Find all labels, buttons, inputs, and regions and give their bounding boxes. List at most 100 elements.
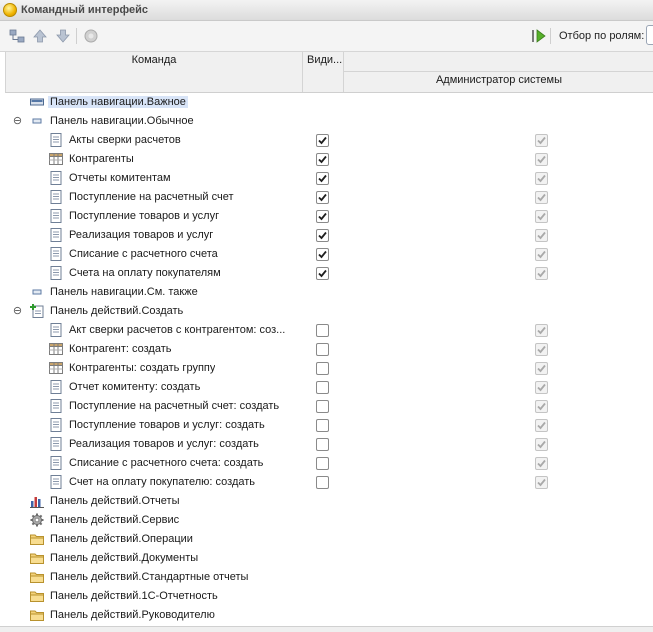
column-header-command[interactable]: Команда bbox=[6, 52, 303, 92]
tree-row[interactable]: Панель действий.Отчеты bbox=[5, 492, 653, 511]
visibility-checkbox[interactable] bbox=[316, 476, 329, 489]
visibility-checkbox[interactable] bbox=[316, 248, 329, 261]
folder-icon bbox=[30, 551, 44, 565]
role-checkbox[interactable] bbox=[535, 153, 548, 166]
arrow-down-icon[interactable] bbox=[55, 28, 71, 44]
tree-row[interactable]: Панель действий.Документы bbox=[5, 549, 653, 568]
tree-row[interactable]: Акты сверки расчетов bbox=[5, 131, 653, 150]
disabled-circle-icon[interactable] bbox=[83, 28, 99, 44]
column-header-roles[interactable]: Администратор системы bbox=[344, 52, 653, 92]
tree-structure-icon[interactable] bbox=[9, 28, 25, 44]
tree-row[interactable]: Панель действий.Руководителю bbox=[5, 606, 653, 625]
panel-normal-icon bbox=[30, 285, 44, 299]
tree-row[interactable]: Поступление товаров и услуг: создать bbox=[5, 416, 653, 435]
column-header-role-admin[interactable]: Администратор системы bbox=[344, 74, 653, 86]
tree-row-label: Счет на оплату покупателю: создать bbox=[69, 476, 256, 488]
role-checkbox[interactable] bbox=[535, 476, 548, 489]
tree-row-label: Панель навигации.Важное bbox=[48, 96, 188, 108]
visibility-checkbox[interactable] bbox=[316, 134, 329, 147]
tree-row[interactable]: Панель навигации.См. также bbox=[5, 283, 653, 302]
tree-row-label: Поступление на расчетный счет bbox=[69, 191, 234, 203]
role-checkbox[interactable] bbox=[535, 134, 548, 147]
create-plus-icon bbox=[30, 304, 44, 318]
collapse-toggle-icon[interactable]: ⊖ bbox=[13, 116, 22, 127]
role-checkbox[interactable] bbox=[535, 267, 548, 280]
role-checkbox[interactable] bbox=[535, 191, 548, 204]
tree-row[interactable]: Контрагенты bbox=[5, 150, 653, 169]
visibility-checkbox[interactable] bbox=[316, 324, 329, 337]
tree-row-label: Контрагенты: создать группу bbox=[69, 362, 216, 374]
role-checkbox[interactable] bbox=[535, 438, 548, 451]
tree-row[interactable]: Панель действий.Стандартные отчеты bbox=[5, 568, 653, 587]
role-checkbox[interactable] bbox=[535, 362, 548, 375]
tree-row[interactable]: Панель действий.Сервис bbox=[5, 511, 653, 530]
tree-row-label: Поступление товаров и услуг bbox=[69, 210, 220, 222]
role-checkbox[interactable] bbox=[535, 324, 548, 337]
tree-row[interactable]: Счет на оплату покупателю: создать bbox=[5, 473, 653, 492]
tree-row[interactable]: Поступление на расчетный счет bbox=[5, 188, 653, 207]
collapse-toggle-icon[interactable]: ⊖ bbox=[13, 306, 22, 317]
visibility-checkbox[interactable] bbox=[316, 267, 329, 280]
role-checkbox[interactable] bbox=[535, 343, 548, 356]
tree-row[interactable]: Списание с расчетного счета bbox=[5, 245, 653, 264]
horizontal-scrollbar[interactable] bbox=[0, 626, 653, 632]
column-header-visibility[interactable]: Види... bbox=[303, 52, 344, 92]
tree-row[interactable]: Списание с расчетного счета: создать bbox=[5, 454, 653, 473]
tree-row[interactable]: Реализация товаров и услуг: создать bbox=[5, 435, 653, 454]
role-checkbox[interactable] bbox=[535, 457, 548, 470]
folder-icon bbox=[30, 589, 44, 603]
tree-row[interactable]: Отчет комитенту: создать bbox=[5, 378, 653, 397]
visibility-checkbox[interactable] bbox=[316, 362, 329, 375]
tree-row[interactable]: Контрагенты: создать группу bbox=[5, 359, 653, 378]
role-checkbox[interactable] bbox=[535, 172, 548, 185]
role-checkbox[interactable] bbox=[535, 381, 548, 394]
visibility-checkbox[interactable] bbox=[316, 172, 329, 185]
document-icon bbox=[49, 380, 63, 394]
visibility-checkbox[interactable] bbox=[316, 438, 329, 451]
visibility-checkbox[interactable] bbox=[316, 419, 329, 432]
visibility-checkbox[interactable] bbox=[316, 400, 329, 413]
tree-row-label: Контрагент: создать bbox=[69, 343, 172, 355]
window-title: Командный интерфейс bbox=[21, 4, 148, 16]
role-checkbox[interactable] bbox=[535, 419, 548, 432]
tree-row[interactable]: Контрагент: создать bbox=[5, 340, 653, 359]
tree-row-label: Поступление товаров и услуг: создать bbox=[69, 419, 265, 431]
tree-row[interactable]: Реализация товаров и услуг bbox=[5, 226, 653, 245]
visibility-checkbox[interactable] bbox=[316, 210, 329, 223]
tree-row[interactable]: Панель действий.1С-Отчетность bbox=[5, 587, 653, 606]
role-filter-label: Отбор по ролям: bbox=[559, 30, 645, 42]
role-checkbox[interactable] bbox=[535, 400, 548, 413]
table-header: Команда Види... Администратор системы bbox=[5, 52, 653, 93]
tree-row[interactable]: Поступление на расчетный счет: создать bbox=[5, 397, 653, 416]
tree-row-label: Счета на оплату покупателям bbox=[69, 267, 221, 279]
arrow-up-icon[interactable] bbox=[32, 28, 48, 44]
document-icon bbox=[49, 247, 63, 261]
visibility-checkbox[interactable] bbox=[316, 191, 329, 204]
tree-row[interactable]: ⊖ Панель навигации.Обычное bbox=[5, 112, 653, 131]
tree-row[interactable]: Счета на оплату покупателям bbox=[5, 264, 653, 283]
folder-icon bbox=[30, 532, 44, 546]
tree-row-label: Контрагенты bbox=[69, 153, 134, 165]
run-arrow-icon[interactable] bbox=[531, 28, 547, 44]
tree-row-label: Списание с расчетного счета bbox=[69, 248, 218, 260]
visibility-checkbox[interactable] bbox=[316, 457, 329, 470]
tree-row[interactable]: ⊖ Панель действий.Создать bbox=[5, 302, 653, 321]
tree-row-label: Панель действий.1С-Отчетность bbox=[50, 590, 218, 602]
tree-row[interactable]: Отчеты комитентам bbox=[5, 169, 653, 188]
tree-row[interactable]: Акт сверки расчетов с контрагентом: соз.… bbox=[5, 321, 653, 340]
reports-chart-icon bbox=[30, 494, 44, 508]
role-checkbox[interactable] bbox=[535, 229, 548, 242]
visibility-checkbox[interactable] bbox=[316, 153, 329, 166]
visibility-checkbox[interactable] bbox=[316, 229, 329, 242]
tree-row[interactable]: Панель действий.Операции bbox=[5, 530, 653, 549]
role-checkbox[interactable] bbox=[535, 248, 548, 261]
role-checkbox[interactable] bbox=[535, 210, 548, 223]
folder-icon bbox=[30, 570, 44, 584]
tree-row-label: Панель действий.Сервис bbox=[50, 514, 180, 526]
visibility-checkbox[interactable] bbox=[316, 381, 329, 394]
visibility-checkbox[interactable] bbox=[316, 343, 329, 356]
role-filter-input[interactable] bbox=[646, 25, 653, 45]
tree-row[interactable]: Поступление товаров и услуг bbox=[5, 207, 653, 226]
tree-row[interactable]: Панель навигации.Важное bbox=[5, 93, 653, 112]
tree-row-label: Панель навигации.См. также bbox=[50, 286, 198, 298]
